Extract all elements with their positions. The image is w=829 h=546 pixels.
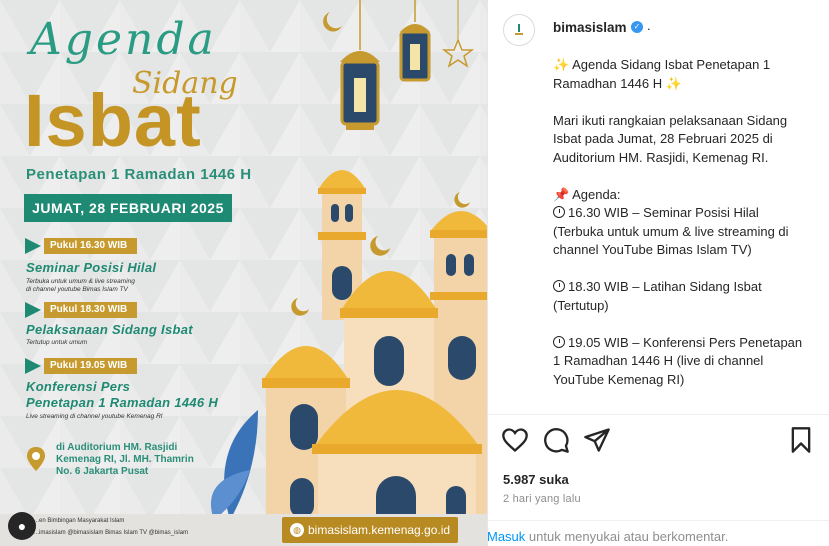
poster-url: bimasislam.kemenag.go.id: [282, 517, 459, 543]
poster-item-title: Seminar Posisi Hilal: [26, 260, 157, 275]
user-profile-icon[interactable]: ●: [8, 512, 36, 540]
poster-title-isbat: Isbat: [24, 79, 202, 162]
bimas-logo-icon: [515, 24, 523, 35]
poster-item-marker: [25, 302, 41, 318]
globe-icon: ◍: [290, 523, 304, 537]
clock-icon: [553, 206, 565, 218]
poster-location-line: di Auditorium HM. Rasjidi: [56, 442, 178, 453]
poster-location: di Auditorium HM. Rasjidi Kemenag RI, Jl…: [56, 442, 194, 478]
post-time[interactable]: 2 hari yang lalu: [503, 493, 581, 505]
poster-item-time: Pukul 16.30 WIB: [44, 238, 138, 254]
poster-item-sub: Terbuka untuk umum & live streaming: [26, 278, 135, 285]
clock-icon: [553, 335, 565, 348]
login-prompt: Masuk untuk menyukai atau berkomentar.: [487, 529, 728, 544]
verified-badge-icon: ✓: [631, 21, 643, 33]
share-icon[interactable]: [583, 426, 611, 454]
sparkles-icon: ✨: [553, 57, 570, 72]
poster-item-time: Pukul 18.30 WIB: [44, 302, 138, 318]
login-prompt-text: untuk menyukai atau berkomentar.: [525, 529, 729, 544]
caption-agenda-item: 18.30 WIB – Latihan Sidang Isbat (Tertut…: [553, 279, 762, 313]
poster-item-marker: [25, 238, 41, 254]
post-caption: ✨ Agenda Sidang Isbat Penetapan 1 Ramadh…: [553, 56, 805, 412]
post-image[interactable]: Agenda Sidang Isbat Penetapan 1 Ramadan …: [0, 0, 487, 546]
poster-location-line: Kemenag RI, Jl. MH. Thamrin: [56, 454, 194, 465]
clock-icon: [553, 280, 565, 292]
poster-date-banner: JUMAT, 28 FEBRUARI 2025: [24, 194, 232, 222]
caption-agenda-label: Agenda:: [572, 186, 621, 202]
poster-item-time: Pukul 19.05 WIB: [44, 358, 138, 374]
divider: [487, 520, 829, 521]
poster-item-title: Pelaksanaan Sidang Isbat: [26, 322, 193, 337]
header-separator: .: [647, 18, 651, 33]
caption-agenda-item: 19.05 WIB – Konferensi Pers Penetapan 1 …: [553, 334, 803, 387]
divider: [487, 0, 488, 546]
comment-icon[interactable]: [542, 426, 570, 454]
likes-count[interactable]: 5.987 suka: [503, 472, 569, 487]
caption-agenda-item: 16.30 WIB – Seminar Posisi Hilal (Terbuk…: [553, 205, 789, 257]
poster-item-sub: di channel youtube Bimas Islam TV: [26, 286, 128, 293]
heart-icon[interactable]: [501, 426, 529, 454]
bookmark-icon[interactable]: [787, 426, 815, 454]
post-sidebar: bimasislam ✓ . ✨ Agenda Sidang Isbat Pen…: [487, 0, 829, 546]
caption-paragraph: Mari ikuti rangkaian pelaksanaan Sidang …: [553, 112, 788, 165]
poster-item-sub: Live streaming di channel youtube Kemena…: [26, 413, 163, 420]
poster-item-marker: [25, 358, 41, 374]
account-username[interactable]: bimasislam: [553, 20, 627, 35]
location-pin-icon: [27, 447, 45, 471]
poster-footer-org: ...en Bimbingan Masyarakat Islam: [34, 518, 125, 524]
caption-title: Agenda Sidang Isbat Penetapan 1 Ramadhan…: [553, 57, 771, 91]
poster-title-agenda: Agenda: [30, 14, 217, 65]
poster-item-title-2: Penetapan 1 Ramadan 1446 H: [26, 395, 219, 410]
poster-location-line: No. 6 Jakarta Pusat: [56, 466, 149, 477]
sparkles-icon: ✨: [665, 75, 682, 91]
poster-subtitle: Penetapan 1 Ramadan 1446 H: [26, 166, 252, 183]
poster-item-sub: Tertutup untuk umum: [26, 339, 88, 346]
post-header: bimasislam ✓ .: [487, 0, 829, 48]
account-avatar[interactable]: [503, 14, 535, 46]
divider: [487, 414, 829, 415]
pushpin-icon: 📌: [553, 186, 570, 202]
poster-footer-socials: ...imasislam @bimasislam Bimas Islam TV …: [34, 530, 189, 536]
login-link[interactable]: Masuk: [487, 529, 525, 544]
post-actions: [487, 426, 829, 456]
poster-item-title: Konferensi Pers: [26, 379, 131, 394]
